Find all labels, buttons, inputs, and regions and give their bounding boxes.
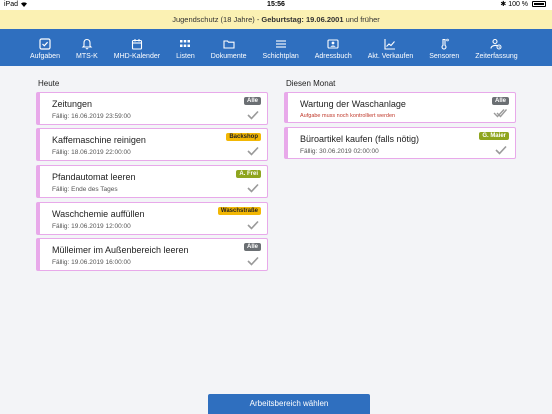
checkmark-icon[interactable]: [247, 256, 259, 266]
contact-card-icon: [327, 39, 339, 49]
battery-icon: [532, 1, 546, 7]
task-title: Kaffemaschine reinigen: [52, 135, 146, 145]
task-due: Fällig: 19.06.2019 12:00:00: [52, 223, 131, 230]
nav-item-zeiterfassung[interactable]: Zeiterfassung: [475, 29, 518, 66]
assignee-badge: A. Frei: [236, 170, 261, 178]
nav-label: Aufgaben: [30, 53, 60, 60]
nav-item-sensoren[interactable]: Sensoren: [429, 29, 459, 66]
task-card[interactable]: Mülleimer im Außenbereich leeren Fällig:…: [36, 238, 268, 271]
task-title: Wartung der Waschanlage: [300, 99, 406, 109]
task-card[interactable]: Waschchemie auffüllen Fällig: 19.06.2019…: [36, 202, 268, 235]
nav-item-schichtplan[interactable]: Schichtplan: [263, 29, 299, 66]
trend-chart-icon: [384, 39, 396, 50]
battery-percent: 100 %: [508, 1, 529, 8]
select-workspace-button[interactable]: Arbeitsbereich wählen: [208, 394, 370, 414]
checkmark-icon[interactable]: [495, 145, 507, 155]
task-due: Fällig: 30.06.2019 02:00:00: [300, 148, 379, 155]
task-title: Waschchemie auffüllen: [52, 209, 145, 219]
user-clock-icon: [490, 38, 502, 50]
task-due: Fällig: Ende des Tages: [52, 186, 118, 193]
banner-birthday: Geburtstag: 19.06.2001: [261, 15, 344, 24]
assignee-badge: Alle: [243, 243, 261, 251]
task-card[interactable]: Kaffemaschine reinigen Fällig: 18.06.201…: [36, 128, 268, 161]
task-card[interactable]: Pfandautomat leeren Fällig: Ende des Tag…: [36, 165, 268, 198]
nav-label: Dokumente: [210, 53, 247, 60]
nav-label: Akt. Verkaufen: [367, 53, 414, 60]
checkbox-icon: [39, 38, 51, 50]
bluetooth-icon: ✱: [500, 1, 507, 8]
assignee-badge: Alle: [491, 97, 509, 105]
assignee-badge: Alle: [243, 97, 261, 105]
assignee-badge: Waschstraße: [217, 207, 261, 215]
double-checkmark-icon[interactable]: [493, 108, 507, 118]
task-title: Büroartikel kaufen (falls nötig): [300, 134, 420, 144]
task-due: Fällig: 18.06.2019 22:00:00: [52, 149, 131, 156]
lines-icon: [275, 40, 286, 48]
task-due: Fällig: 19.06.2019 16:00:00: [52, 259, 131, 266]
task-warning: Aufgabe muss noch kontrolliert werden: [300, 113, 396, 119]
nav-label: MTS-K: [75, 53, 98, 60]
banner-suffix: und früher: [343, 15, 380, 24]
nav-label: MHD-Kalender: [113, 53, 161, 60]
task-card[interactable]: Büroartikel kaufen (falls nötig) Fällig:…: [284, 127, 516, 159]
nav-item-akt-verkaufen[interactable]: Akt. Verkaufen: [367, 29, 414, 66]
nav-item-mts-k[interactable]: MTS-K: [76, 29, 98, 66]
nav-label: Adressbuch: [314, 53, 352, 60]
battery-status: ✱ 100 %: [500, 0, 546, 10]
assignee-badge: Backshop: [226, 133, 261, 141]
section-title-month: Diesen Monat: [286, 79, 336, 88]
nav-label: Sensoren: [429, 53, 460, 60]
task-title: Pfandautomat leeren: [52, 172, 136, 182]
status-bar: iPad 15:56 ✱ 100 %: [0, 0, 552, 10]
checkmark-icon[interactable]: [247, 110, 259, 120]
checkmark-icon[interactable]: [247, 183, 259, 193]
nav-label: Schichtplan: [262, 53, 299, 60]
nav-item-dokumente[interactable]: Dokumente: [211, 29, 247, 66]
task-due: Fällig: 16.06.2019 23:59:00: [52, 113, 131, 120]
nav-item-adressbuch[interactable]: Adressbuch: [315, 29, 352, 66]
task-card[interactable]: Zeitungen Fällig: 16.06.2019 23:59:00 Al…: [36, 92, 268, 125]
task-card[interactable]: Wartung der Waschanlage Aufgabe muss noc…: [284, 92, 516, 123]
calendar-icon: [131, 39, 142, 50]
nav-item-listen[interactable]: Listen: [176, 29, 195, 66]
youth-protection-banner: Jugendschutz (18 Jahre) - Geburtstag: 19…: [0, 10, 552, 29]
nav-item-mhd-kalender[interactable]: MHD-Kalender: [114, 29, 160, 66]
nav-label: Listen: [176, 53, 195, 60]
banner-prefix: Jugendschutz (18 Jahre) -: [172, 15, 262, 24]
checkmark-icon[interactable]: [247, 146, 259, 156]
task-title: Mülleimer im Außenbereich leeren: [52, 245, 189, 255]
clock: 15:56: [267, 1, 285, 8]
folder-icon: [223, 40, 235, 49]
nav-label: Zeiterfassung: [475, 53, 518, 60]
thermometer-icon: [441, 38, 450, 50]
grid-icon: [180, 40, 191, 47]
main-navigation: Aufgaben MTS-K MHD-Kalender Listen Dokum…: [0, 29, 552, 66]
assignee-badge: G. Maier: [479, 132, 509, 140]
bell-icon: [81, 38, 93, 50]
nav-item-aufgaben[interactable]: Aufgaben: [30, 29, 60, 66]
task-title: Zeitungen: [52, 99, 93, 109]
section-title-today: Heute: [38, 79, 60, 88]
checkmark-icon[interactable]: [247, 220, 259, 230]
